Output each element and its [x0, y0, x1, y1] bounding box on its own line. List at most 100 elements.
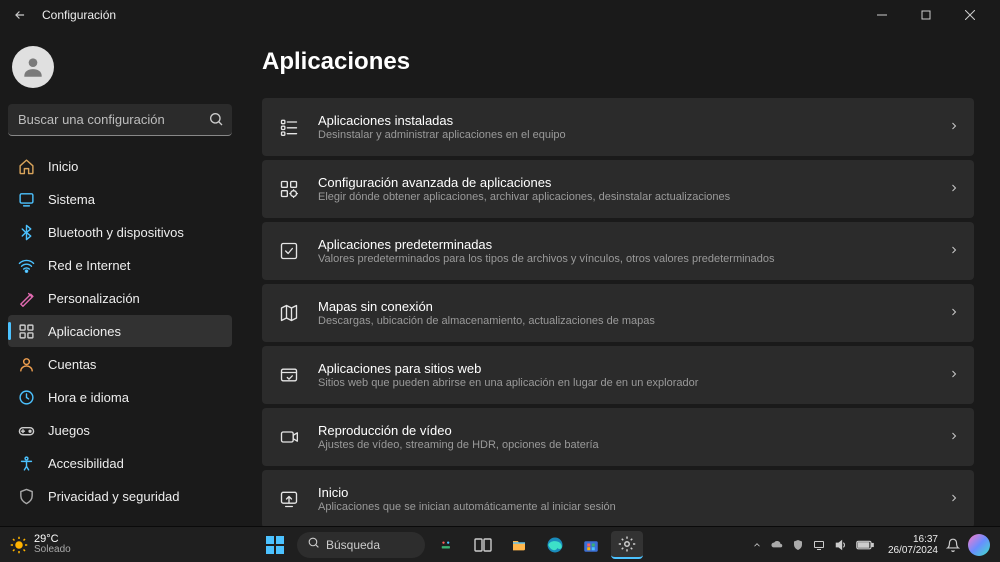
card-desc: Sitios web que pueden abrirse en una apl… [318, 377, 948, 389]
network-icon [16, 255, 36, 275]
page-title: Aplicaciones [262, 48, 974, 76]
sidebar-item-label: Accesibilidad [48, 456, 124, 471]
sidebar-item-access[interactable]: Accesibilidad [8, 447, 232, 479]
settings-taskbar-button[interactable] [611, 531, 643, 559]
sidebar-item-bluetooth[interactable]: Bluetooth y dispositivos [8, 216, 232, 248]
sidebar-item-accounts[interactable]: Cuentas [8, 348, 232, 380]
sun-icon [10, 536, 28, 554]
sidebar-item-network[interactable]: Red e Internet [8, 249, 232, 281]
sidebar-item-gaming[interactable]: Juegos [8, 414, 232, 446]
taskbar: 29°C Soleado Búsqueda [0, 526, 1000, 562]
sidebar-item-label: Cuentas [48, 357, 96, 372]
chevron-right-icon [948, 368, 960, 383]
weather-widget[interactable]: 29°C Soleado [0, 534, 150, 555]
start-button[interactable] [259, 531, 291, 559]
copilot-button[interactable] [968, 534, 990, 556]
sidebar-item-label: Personalización [48, 291, 140, 306]
search-box[interactable] [8, 104, 232, 136]
time-icon [16, 387, 36, 407]
sidebar-item-system[interactable]: Sistema [8, 183, 232, 215]
sidebar-item-apps[interactable]: Aplicaciones [8, 315, 232, 347]
card-title: Mapas sin conexión [318, 299, 948, 314]
widgets-button[interactable] [467, 531, 499, 559]
defender-icon [792, 538, 804, 552]
defaults-icon [276, 238, 302, 264]
sidebar-item-label: Red e Internet [48, 258, 130, 273]
minimize-button[interactable] [860, 0, 904, 30]
user-section[interactable] [8, 38, 232, 100]
network-icon [812, 539, 826, 551]
sidebar-item-personal[interactable]: Personalización [8, 282, 232, 314]
system-tray[interactable] [752, 538, 874, 552]
sidebar-item-label: Bluetooth y dispositivos [48, 225, 184, 240]
home-icon [16, 156, 36, 176]
sidebar-item-label: Sistema [48, 192, 95, 207]
sidebar-item-label: Juegos [48, 423, 90, 438]
system-icon [16, 189, 36, 209]
clock-time: 16:37 [913, 534, 938, 545]
chevron-right-icon [948, 182, 960, 197]
chevron-right-icon [948, 306, 960, 321]
card-title: Inicio [318, 485, 948, 500]
sidebar-item-label: Privacidad y seguridad [48, 489, 180, 504]
maps-icon [276, 300, 302, 326]
card-installed[interactable]: Aplicaciones instaladasDesinstalar y adm… [262, 98, 974, 156]
card-maps[interactable]: Mapas sin conexiónDescargas, ubicación d… [262, 284, 974, 342]
taskbar-search[interactable]: Búsqueda [297, 532, 425, 558]
gaming-icon [16, 420, 36, 440]
search-input[interactable] [8, 104, 232, 136]
avatar [12, 46, 54, 88]
accounts-icon [16, 354, 36, 374]
weather-cond: Soleado [34, 545, 71, 555]
card-desc: Aplicaciones que se inician automáticame… [318, 501, 948, 513]
clock[interactable]: 16:37 26/07/2024 [888, 534, 938, 556]
window-title: Configuración [42, 8, 116, 22]
advanced-icon [276, 176, 302, 202]
card-desc: Elegir dónde obtener aplicaciones, archi… [318, 191, 948, 203]
bluetooth-icon [16, 222, 36, 242]
onedrive-icon [770, 538, 784, 552]
card-startup[interactable]: InicioAplicaciones que se inician automá… [262, 470, 974, 526]
card-websites[interactable]: Aplicaciones para sitios webSitios web q… [262, 346, 974, 404]
websites-icon [276, 362, 302, 388]
sidebar-item-label: Aplicaciones [48, 324, 121, 339]
sidebar-item-time[interactable]: Hora e idioma [8, 381, 232, 413]
nav-list: Inicio Sistema Bluetooth y dispositivos Red… [8, 150, 232, 518]
card-advanced[interactable]: Configuración avanzada de aplicacionesEl… [262, 160, 974, 218]
explorer-button[interactable] [503, 531, 535, 559]
card-title: Configuración avanzada de aplicaciones [318, 175, 948, 190]
card-title: Reproducción de vídeo [318, 423, 948, 438]
chevron-right-icon [948, 492, 960, 507]
card-video[interactable]: Reproducción de vídeoAjustes de vídeo, s… [262, 408, 974, 466]
edge-button[interactable] [539, 531, 571, 559]
maximize-button[interactable] [904, 0, 948, 30]
chevron-right-icon [948, 244, 960, 259]
close-button[interactable] [948, 0, 992, 30]
card-defaults[interactable]: Aplicaciones predeterminadasValores pred… [262, 222, 974, 280]
card-title: Aplicaciones predeterminadas [318, 237, 948, 252]
card-desc: Valores predeterminados para los tipos d… [318, 253, 948, 265]
task-view-button[interactable] [431, 531, 463, 559]
sidebar-item-label: Inicio [48, 159, 78, 174]
access-icon [16, 453, 36, 473]
store-button[interactable] [575, 531, 607, 559]
back-button[interactable] [8, 3, 32, 27]
card-title: Aplicaciones instaladas [318, 113, 948, 128]
sidebar: Inicio Sistema Bluetooth y dispositivos Red… [0, 30, 236, 526]
sidebar-item-home[interactable]: Inicio [8, 150, 232, 182]
chevron-up-icon [752, 540, 762, 550]
installed-icon [276, 114, 302, 140]
sidebar-item-label: Hora e idioma [48, 390, 129, 405]
taskbar-search-label: Búsqueda [326, 538, 380, 552]
card-title: Aplicaciones para sitios web [318, 361, 948, 376]
startup-icon [276, 486, 302, 512]
main-panel: Aplicaciones Aplicaciones instaladasDesi… [236, 30, 1000, 526]
search-icon [208, 111, 224, 132]
card-list: Aplicaciones instaladasDesinstalar y adm… [262, 98, 974, 526]
notification-icon[interactable] [946, 538, 960, 552]
card-desc: Desinstalar y administrar aplicaciones e… [318, 129, 948, 141]
sidebar-item-privacy[interactable]: Privacidad y seguridad [8, 480, 232, 512]
sidebar-item-update[interactable]: Windows Update [8, 513, 232, 518]
battery-icon [856, 540, 874, 550]
chevron-right-icon [948, 430, 960, 445]
